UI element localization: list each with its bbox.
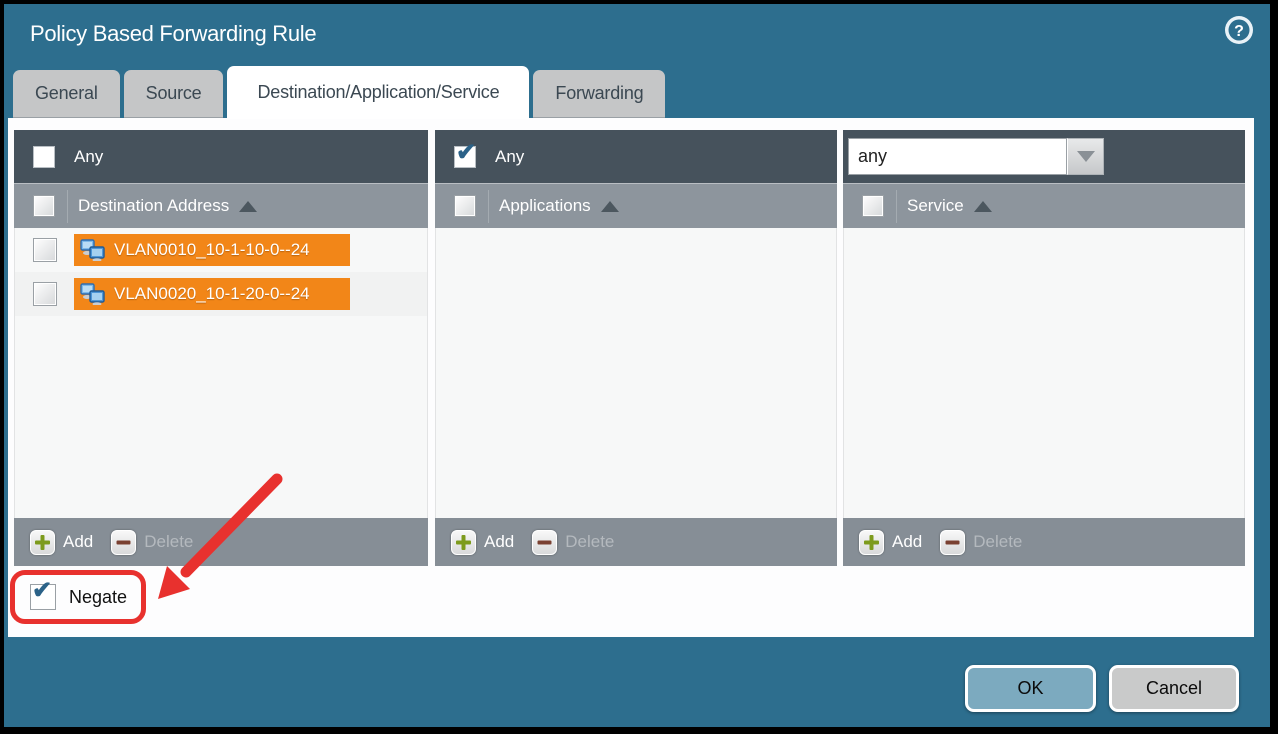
destination-actions-bar: Add Delete: [14, 518, 428, 566]
delete-button[interactable]: Delete: [565, 532, 614, 552]
network-address-icon: [80, 239, 106, 261]
add-icon[interactable]: [859, 530, 884, 555]
destination-any-header: Any: [14, 130, 428, 183]
destination-address-object[interactable]: VLAN0010_10-1-10-0--24: [74, 234, 350, 266]
applications-any-label: Any: [495, 147, 524, 167]
dialog-title: Policy Based Forwarding Rule: [30, 21, 316, 47]
service-actions-bar: Add Delete: [843, 518, 1245, 566]
applications-column-header[interactable]: Applications: [435, 183, 837, 228]
destination-list: VLAN0010_10-1-10-0--24: [14, 228, 428, 518]
tab-content: Any Destination Address: [8, 118, 1254, 637]
applications-actions-bar: Add Delete: [435, 518, 837, 566]
applications-list: [435, 228, 837, 518]
add-button[interactable]: Add: [484, 532, 514, 552]
screenshot-frame: Policy Based Forwarding Rule ? General S…: [0, 0, 1278, 734]
service-select-all-checkbox[interactable]: [862, 195, 884, 217]
applications-header-label: Applications: [499, 196, 591, 216]
applications-panel: ✔ Any Applications Add: [435, 130, 837, 566]
header-divider: [896, 190, 897, 223]
destination-address-object[interactable]: VLAN0020_10-1-20-0--24: [74, 278, 350, 310]
delete-button[interactable]: Delete: [973, 532, 1022, 552]
network-address-icon: [80, 283, 106, 305]
service-panel: any Service Add: [843, 130, 1245, 566]
add-button[interactable]: Add: [892, 532, 922, 552]
service-header-label: Service: [907, 196, 964, 216]
checkmark-icon: ✔: [456, 141, 476, 165]
dropdown-arrow-icon[interactable]: [1067, 138, 1104, 175]
service-any-dropdown[interactable]: any: [848, 138, 1104, 175]
destination-any-checkbox[interactable]: [33, 146, 55, 168]
header-divider: [488, 190, 489, 223]
destination-select-all-checkbox[interactable]: [33, 195, 55, 217]
cancel-button-label: Cancel: [1146, 678, 1202, 699]
destination-row-checkbox[interactable]: [33, 282, 57, 306]
service-list: [843, 228, 1245, 518]
tab-source-label: Source: [146, 83, 202, 104]
applications-select-all-checkbox[interactable]: [454, 195, 476, 217]
header-divider: [67, 190, 68, 223]
destination-column-header[interactable]: Destination Address: [14, 183, 428, 228]
ok-button[interactable]: OK: [965, 665, 1096, 712]
destination-any-label: Any: [74, 147, 103, 167]
policy-based-forwarding-dialog: Policy Based Forwarding Rule ? General S…: [4, 4, 1270, 727]
sort-asc-icon[interactable]: [601, 201, 619, 212]
add-button[interactable]: Add: [63, 532, 93, 552]
tab-bar: General Source Destination/Application/S…: [13, 66, 669, 119]
delete-button[interactable]: Delete: [144, 532, 193, 552]
delete-icon[interactable]: [111, 530, 136, 555]
destination-address-label: VLAN0020_10-1-20-0--24: [114, 284, 310, 304]
cancel-button[interactable]: Cancel: [1109, 665, 1239, 712]
service-column-header[interactable]: Service: [843, 183, 1245, 228]
destination-header-label: Destination Address: [78, 196, 229, 216]
tab-forwarding[interactable]: Forwarding: [533, 70, 665, 119]
sort-asc-icon[interactable]: [239, 201, 257, 212]
help-icon[interactable]: ?: [1224, 15, 1254, 45]
checkmark-icon: ✔: [32, 579, 52, 603]
applications-any-checkbox[interactable]: ✔: [454, 146, 476, 168]
sort-asc-icon[interactable]: [974, 201, 992, 212]
delete-icon[interactable]: [940, 530, 965, 555]
destination-row: VLAN0010_10-1-10-0--24: [15, 228, 427, 272]
service-any-header: any: [843, 130, 1245, 183]
destination-address-label: VLAN0010_10-1-10-0--24: [114, 240, 310, 260]
applications-any-header: ✔ Any: [435, 130, 837, 183]
destination-address-panel: Any Destination Address: [14, 130, 428, 566]
ok-button-label: OK: [1017, 678, 1043, 699]
negate-checkbox[interactable]: ✔: [30, 584, 56, 610]
tab-source[interactable]: Source: [124, 70, 224, 119]
tab-destination-application-service-label: Destination/Application/Service: [257, 82, 499, 103]
service-dropdown-value: any: [848, 138, 1067, 175]
destination-row-checkbox[interactable]: [33, 238, 57, 262]
negate-label: Negate: [69, 587, 127, 608]
add-icon[interactable]: [30, 530, 55, 555]
tab-general-label: General: [35, 83, 98, 104]
delete-icon[interactable]: [532, 530, 557, 555]
add-icon[interactable]: [451, 530, 476, 555]
svg-text:?: ?: [1234, 23, 1244, 40]
destination-row: VLAN0020_10-1-20-0--24: [15, 272, 427, 316]
tab-destination-application-service[interactable]: Destination/Application/Service: [227, 66, 529, 119]
negate-highlight-box: ✔ Negate: [10, 570, 146, 624]
tab-forwarding-label: Forwarding: [555, 83, 643, 104]
tab-general[interactable]: General: [13, 70, 120, 119]
